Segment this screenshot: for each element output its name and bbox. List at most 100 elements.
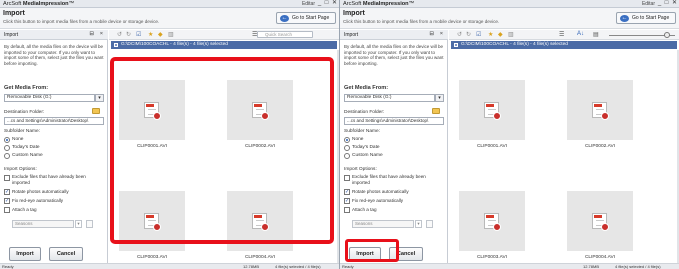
exclude-checkbox[interactable] xyxy=(344,175,350,181)
highlight-thumbnail-grid xyxy=(110,57,334,244)
file-name: CLIP0002.AVI xyxy=(584,144,616,149)
page-subtitle: Click this button to import media files … xyxy=(3,19,160,24)
dock-icon[interactable]: ⊟ xyxy=(89,31,94,37)
tag-icon[interactable]: ◆ xyxy=(158,31,163,38)
chevron-down-icon[interactable]: ▾ xyxy=(435,94,444,102)
go-to-start-button[interactable]: ← Go to Start Page xyxy=(276,12,336,24)
radio-none-label: None xyxy=(352,137,364,142)
select-icon[interactable]: ☑ xyxy=(476,31,481,38)
tag-label: Attach a tag xyxy=(12,207,37,212)
video-file-icon xyxy=(484,213,501,231)
import-options-label: Import Options: xyxy=(344,167,377,172)
select-all-icon[interactable] xyxy=(114,43,118,47)
video-file-icon xyxy=(592,213,609,231)
go-to-start-button[interactable]: ← Go to Start Page xyxy=(616,12,676,24)
brand-prefix: ArcSoft xyxy=(343,1,362,7)
rotate-left-icon[interactable]: ↺ xyxy=(117,31,122,38)
select-icon[interactable]: ☑ xyxy=(136,31,141,38)
radio-custom-name[interactable] xyxy=(344,153,350,159)
radio-custom-name[interactable] xyxy=(4,153,10,159)
get-media-label: Get Media From: xyxy=(4,85,49,91)
import-button[interactable]: Import xyxy=(9,247,41,261)
chevron-down-icon[interactable]: ▾ xyxy=(95,94,104,102)
brand-name: MediaImpression xyxy=(362,1,409,7)
sort-icon[interactable]: A↓ xyxy=(577,31,584,37)
radio-todays-date[interactable] xyxy=(4,145,10,151)
go-to-start-label: Go to Start Page xyxy=(632,15,670,21)
user-menu[interactable]: Editar xyxy=(642,1,655,7)
thumbnail-clip-2[interactable] xyxy=(567,80,633,140)
tag-icon[interactable]: ◆ xyxy=(498,31,503,38)
destination-field[interactable]: ...cs and Settings\Administrator\Desktop… xyxy=(4,117,104,125)
app-brand: ArcSoft MediaImpression™ xyxy=(3,1,74,7)
filter-icon[interactable]: ▤ xyxy=(593,31,599,38)
tag-checkbox[interactable] xyxy=(4,207,10,213)
delete-icon[interactable]: ▥ xyxy=(168,31,174,38)
file-name: CLIP0003.AVI xyxy=(136,255,168,260)
rotate-right-icon[interactable]: ↻ xyxy=(466,31,471,38)
status-size: 12.78MB xyxy=(583,264,600,269)
folder-icon[interactable] xyxy=(432,108,440,114)
highlight-import-button xyxy=(345,239,399,262)
status-bar: Ready 12.78MB 4 file(s) selected / 4 fil… xyxy=(340,263,679,269)
redeye-checkbox[interactable]: ✓ xyxy=(344,198,350,204)
close-window-button[interactable]: ✕ xyxy=(671,0,678,7)
browser-toolbar: ↺ ↻ ☑ ★ ◆ ▥ ☰ A↓ ▤ xyxy=(449,30,679,40)
thumbnail-clip-4[interactable] xyxy=(567,191,633,251)
cancel-button[interactable]: Cancel xyxy=(49,247,83,261)
get-media-select[interactable]: Removable Disk (G:) xyxy=(4,94,95,102)
app-brand: ArcSoft MediaImpression™ xyxy=(343,1,414,7)
quick-search-input[interactable]: Quick Search xyxy=(257,31,313,38)
subfolder-label: Subfolder Name: xyxy=(344,129,380,134)
radio-todays-date[interactable] xyxy=(344,145,350,151)
panel-close-icon[interactable]: × xyxy=(100,31,103,37)
media-browser: ↺ ↻ ☑ ★ ◆ ▥ ☰ A↓ ▤ G:\DCIM\100COACHL - 4… xyxy=(449,30,679,263)
path-text: G:\DCIM\100COACHL - 4 file(s) - 4 file(s… xyxy=(121,42,228,47)
folder-icon[interactable] xyxy=(92,108,100,114)
exclude-checkbox[interactable] xyxy=(4,175,10,181)
import-panel: Import ⊟ × By default, all the media fil… xyxy=(340,30,448,263)
star-icon[interactable]: ★ xyxy=(148,31,153,38)
video-file-icon xyxy=(592,102,609,120)
file-name: CLIP0001.AVI xyxy=(476,144,508,149)
brand-prefix: ArcSoft xyxy=(3,1,22,7)
panel-header: Import ⊟ × xyxy=(0,30,108,40)
page-title: Import xyxy=(3,10,25,17)
redeye-checkbox[interactable]: ✓ xyxy=(4,198,10,204)
exclude-label: Exclude files that have already been imp… xyxy=(352,174,426,185)
brand-suffix: ™ xyxy=(68,1,75,7)
dock-icon[interactable]: ⊟ xyxy=(429,31,434,37)
thumbnail-clip-1[interactable] xyxy=(459,80,525,140)
path-text: G:\DCIM\100COACHL - 4 file(s) - 4 file(s… xyxy=(461,42,568,47)
star-icon[interactable]: ★ xyxy=(488,31,493,38)
page-subtitle: Click this button to import media files … xyxy=(343,19,500,24)
rotate-checkbox[interactable]: ✓ xyxy=(344,189,350,195)
thumbnail-clip-3[interactable] xyxy=(459,191,525,251)
status-size: 12.78MB xyxy=(243,264,260,269)
maximize-button[interactable]: □ xyxy=(323,0,330,7)
get-media-select[interactable]: Removable Disk (G:) xyxy=(344,94,435,102)
destination-field[interactable]: ...cs and Settings\Administrator\Desktop… xyxy=(344,117,444,125)
destination-label: Destination Folder: xyxy=(344,110,385,115)
delete-icon[interactable]: ▥ xyxy=(508,31,514,38)
maximize-button[interactable]: □ xyxy=(663,0,670,7)
rotate-checkbox[interactable]: ✓ xyxy=(4,189,10,195)
radio-none[interactable] xyxy=(4,137,10,143)
select-all-icon[interactable] xyxy=(454,43,458,47)
rotate-right-icon[interactable]: ↻ xyxy=(126,31,131,38)
radio-none[interactable] xyxy=(344,137,350,143)
zoom-slider-knob[interactable] xyxy=(664,32,670,38)
right-screenshot: ArcSoft MediaImpression™ Editar _ □ ✕ Im… xyxy=(340,0,679,269)
rotate-left-icon[interactable]: ↺ xyxy=(457,31,462,38)
back-arrow-icon: ← xyxy=(620,15,629,22)
panel-header: Import ⊟ × xyxy=(340,30,448,40)
status-selection: 4 file(s) selected / 4 file(s) xyxy=(275,264,321,269)
minimize-button[interactable]: _ xyxy=(656,0,663,7)
minimize-button[interactable]: _ xyxy=(316,0,323,7)
tag-checkbox[interactable] xyxy=(344,207,350,213)
close-window-button[interactable]: ✕ xyxy=(331,0,338,7)
view-list-icon[interactable]: ☰ xyxy=(559,31,564,38)
panel-close-icon[interactable]: × xyxy=(440,31,443,37)
user-menu[interactable]: Editar xyxy=(302,1,315,7)
get-media-label: Get Media From: xyxy=(344,85,389,91)
